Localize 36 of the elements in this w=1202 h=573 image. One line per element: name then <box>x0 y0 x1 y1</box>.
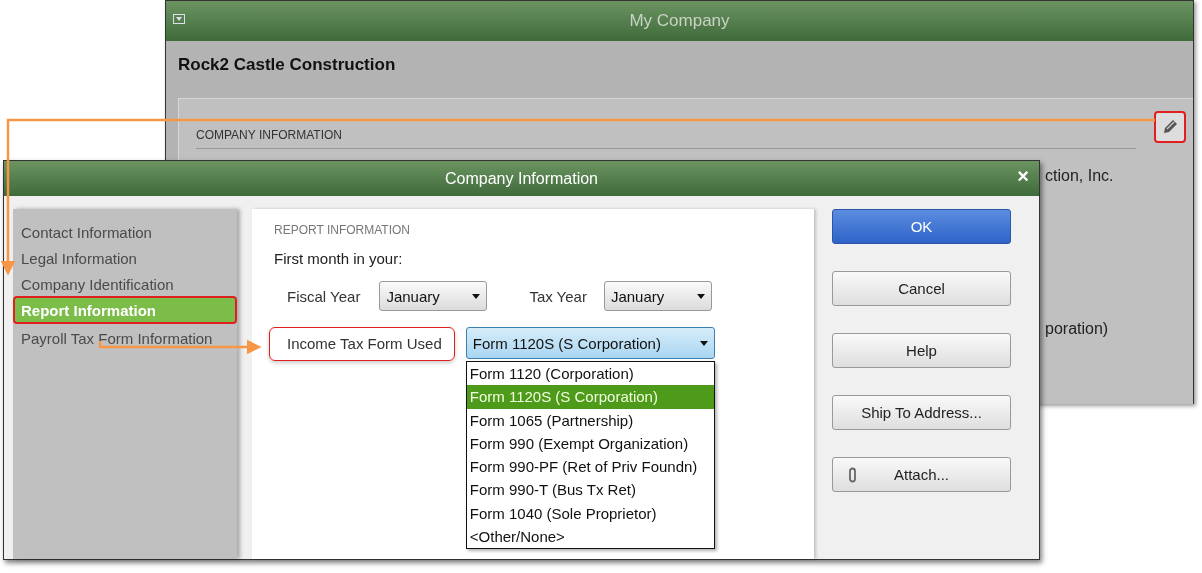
dropdown-option[interactable]: Form 1065 (Partnership) <box>466 408 714 432</box>
section-heading: REPORT INFORMATION <box>274 223 411 237</box>
dialog-button[interactable]: Help <box>832 333 1011 368</box>
field-label: Fiscal Year <box>287 287 361 305</box>
caret-icon <box>699 340 708 346</box>
dialog-button[interactable]: Ship To Address... <box>832 395 1011 430</box>
dropdown-option[interactable]: Form 1120 (Corporation) <box>466 362 714 386</box>
window-title: My Company <box>629 11 730 31</box>
edit-button[interactable] <box>1154 111 1186 143</box>
dropdown-option[interactable]: Form 990 (Exempt Organization) <box>466 431 714 456</box>
caret-icon <box>472 293 481 299</box>
month-dropdown[interactable]: January <box>603 281 712 311</box>
company-name: Rock2 Castle Construction <box>177 54 397 76</box>
company-detail: poration) <box>1045 320 1109 338</box>
dropdown-option[interactable]: Form 990-PF (Ret of Priv Foundn) <box>466 455 714 479</box>
prompt-text: First month in your: <box>274 250 404 267</box>
menu-icon[interactable] <box>173 14 185 24</box>
form-dropdown[interactable]: Form 1120S (S Corporation) <box>465 327 715 359</box>
dialog-button[interactable]: OK <box>832 209 1011 244</box>
dropdown-option[interactable]: Form 990-T (Bus Tx Ret) <box>466 478 714 502</box>
close-button[interactable]: × <box>1017 165 1029 188</box>
sidebar-item[interactable]: Company Identification <box>13 270 237 296</box>
month-dropdown[interactable]: January <box>379 281 488 311</box>
dialog-button[interactable]: Attach... <box>832 457 1011 492</box>
dropdown-option[interactable]: <Other/None> <box>466 525 714 549</box>
company-detail: ction, Inc. <box>1045 167 1114 185</box>
dialog-button[interactable]: Cancel <box>832 271 1011 306</box>
section-heading: COMPANY INFORMATION <box>196 128 342 144</box>
caret-icon <box>696 293 705 299</box>
dropdown-option[interactable]: Form 1040 (Sole Proprietor) <box>466 501 714 526</box>
paperclip-icon <box>848 467 857 483</box>
sidebar-item[interactable]: Legal Information <box>13 244 237 270</box>
dialog-title: Company Information <box>445 169 598 188</box>
sidebar-item[interactable]: Contact Information <box>13 218 237 244</box>
field-label: Tax Year <box>529 287 587 305</box>
field-label: Income Tax Form Used <box>269 327 455 361</box>
